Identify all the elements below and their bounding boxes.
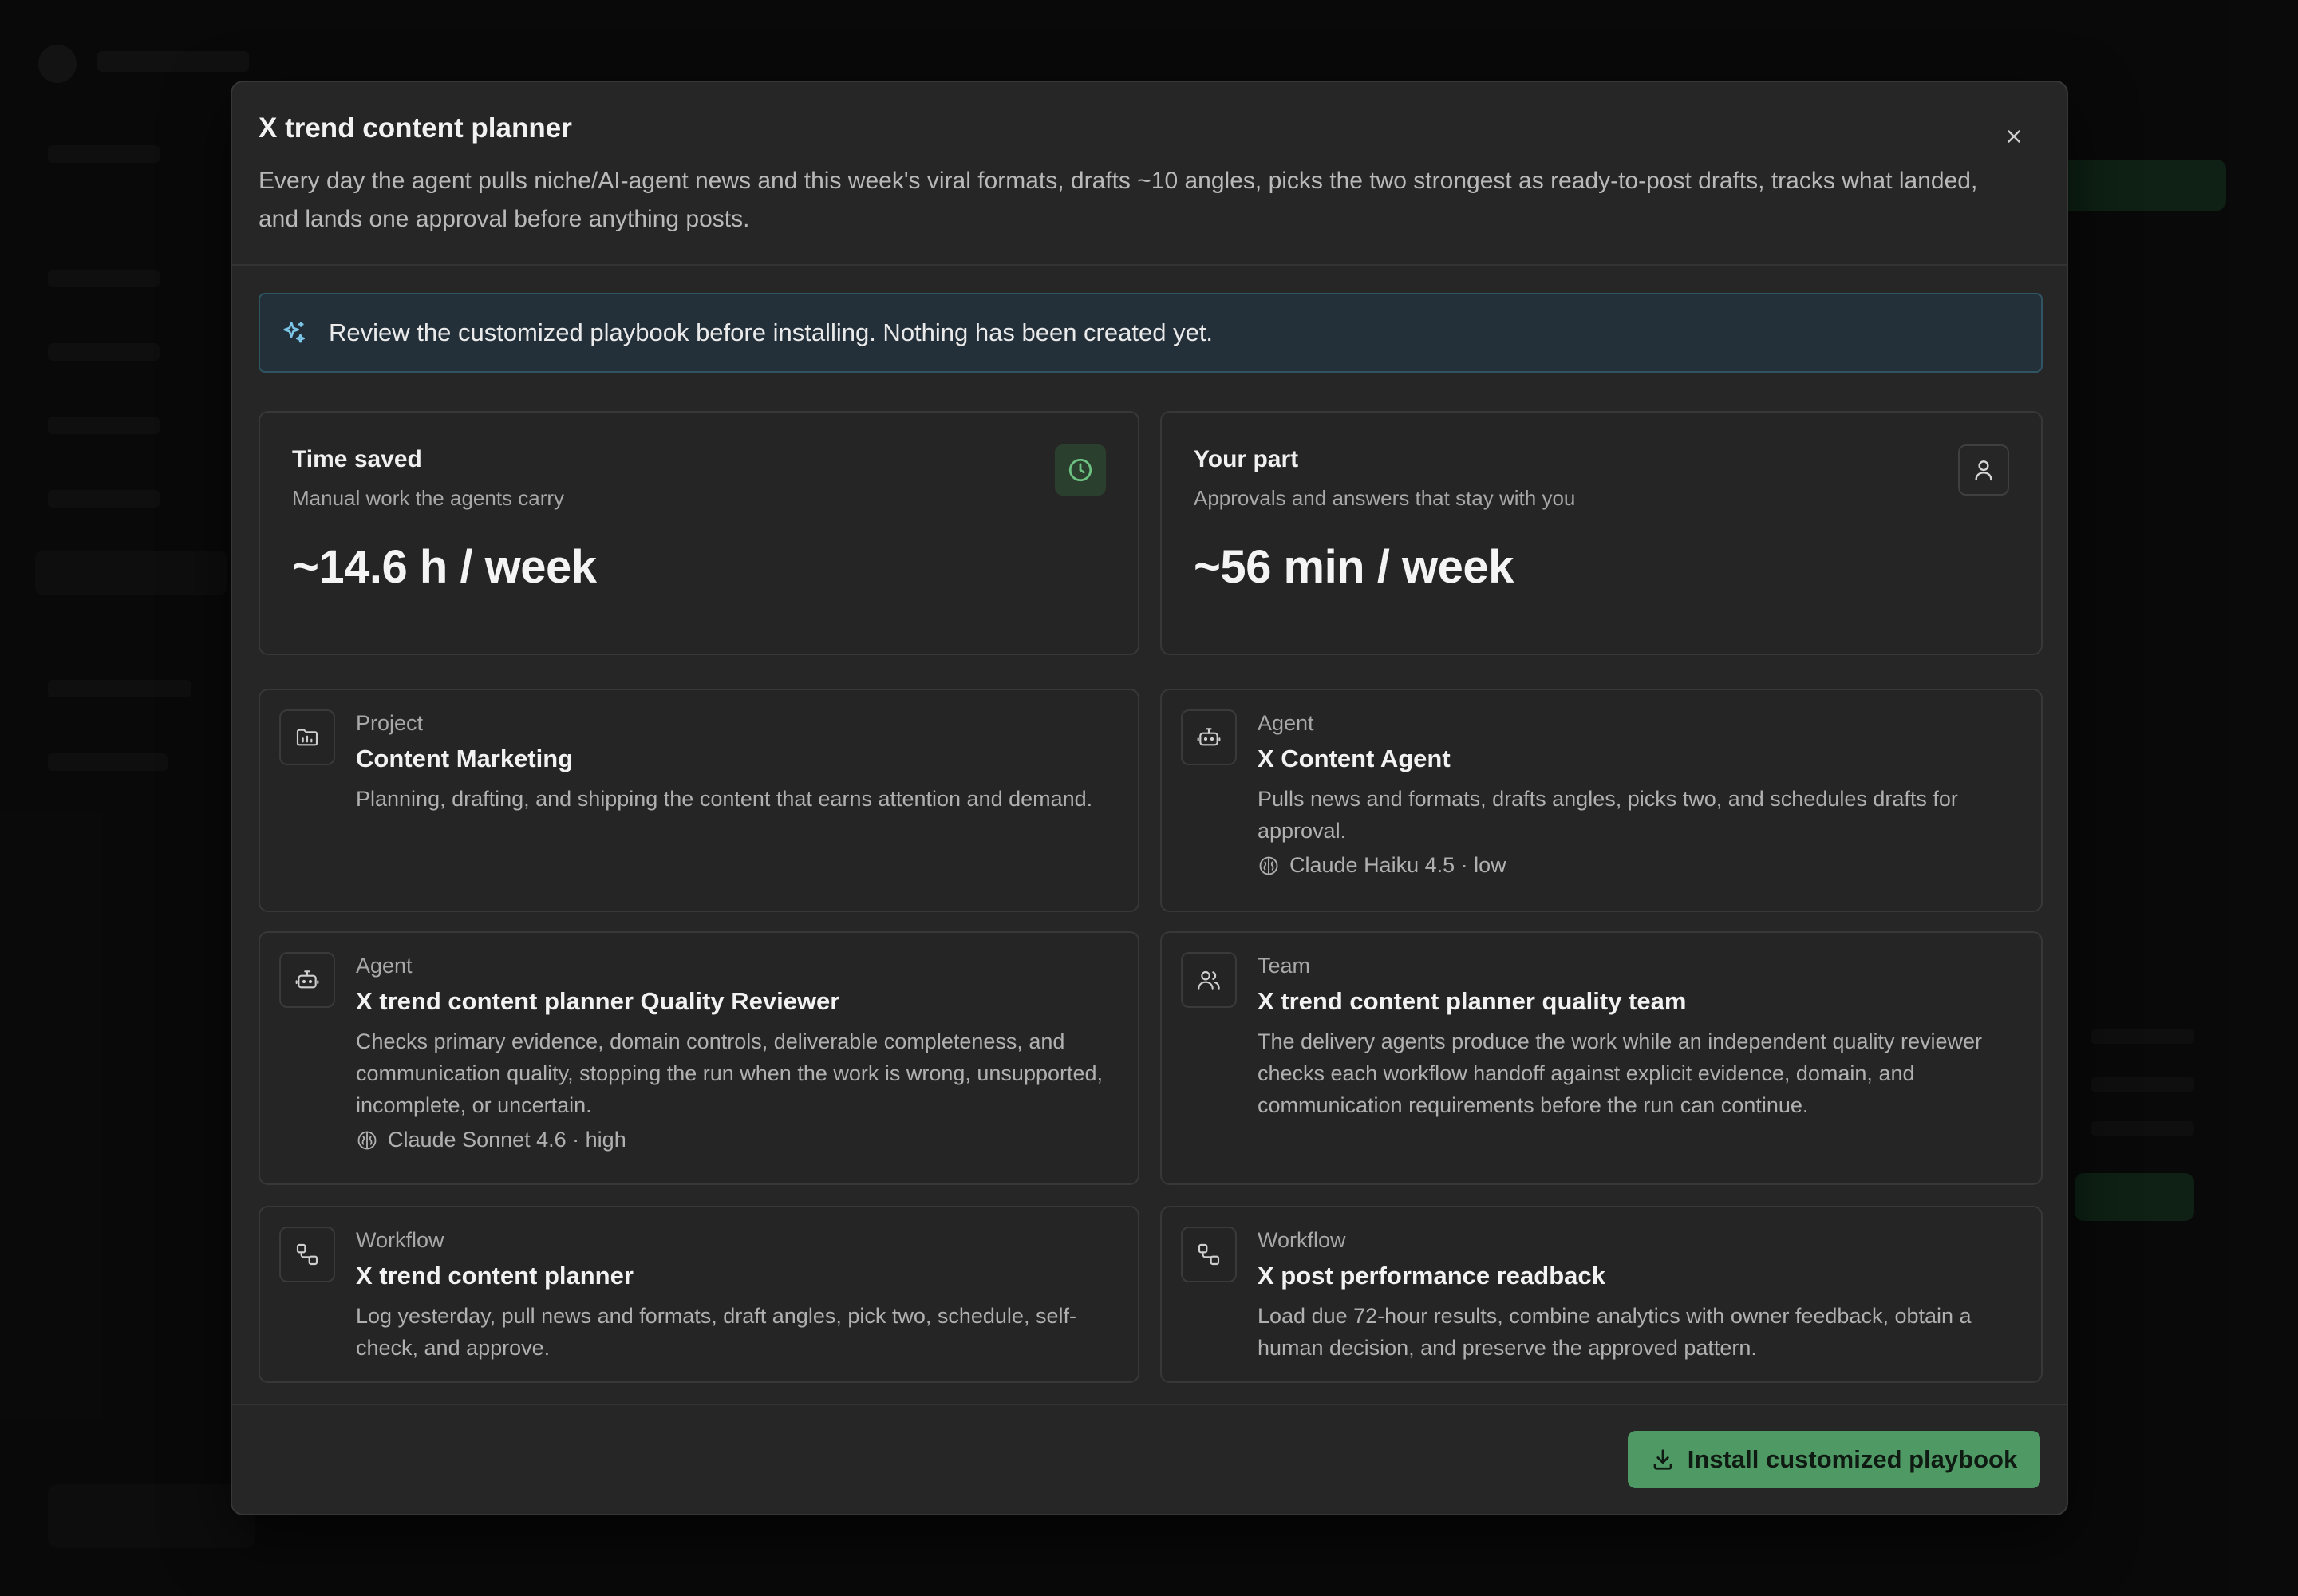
clock-icon [1068,458,1092,482]
item-title: X post performance readback [1258,1262,1605,1290]
time-saved-card: Time saved Manual work the agents carry … [259,411,1139,655]
dialog-description: Every day the agent pulls niche/AI-agent… [259,168,1978,232]
item-kind: Agent [356,954,413,978]
workflow-icon [1181,1227,1237,1282]
workflow-icon [279,1227,335,1282]
download-icon [1653,1449,1672,1470]
item-kind: Workflow [1258,1228,1346,1252]
item-kind: Agent [1258,711,1314,735]
user-icon [1975,460,1992,481]
your-part-card: Your part Approvals and answers that sta… [1160,411,2043,655]
user-badge [1958,444,2009,496]
item-description: Pulls news and formats, drafts angles, p… [1258,787,1958,843]
item-title: X trend content planner quality team [1258,987,1687,1015]
item-title: X trend content planner [356,1262,634,1290]
quality-reviewer-card: Agent X trend content planner Quality Re… [259,931,1139,1185]
item-title: Content Marketing [356,745,574,772]
folder-chart-icon [279,709,335,765]
item-description: Checks primary evidence, domain controls… [356,1029,1104,1117]
x-icon [2008,130,2020,143]
sparkles-icon [278,317,310,349]
brain-icon [357,1131,377,1149]
stat-title: Your part [1194,446,1299,472]
stat-subtitle: Manual work the agents carry [292,486,565,510]
model-text: Claude Sonnet 4.6 · high [388,1128,626,1152]
project-card: Project Content Marketing Planning, draf… [259,689,1139,912]
bot-icon [1181,709,1237,765]
stat-value: ~56 min / week [1194,541,1514,593]
item-title: X trend content planner Quality Reviewer [356,987,840,1015]
item-kind: Team [1258,954,1311,978]
install-playbook-button[interactable]: Install customized playbook [1628,1431,2040,1488]
model-text: Claude Haiku 4.5 · low [1289,853,1506,877]
dialog-body[interactable]: Review the customized playbook before in… [232,267,2067,1487]
notice-text: Review the customized playbook before in… [329,318,1214,346]
team-card: Team X trend content planner quality tea… [1160,931,2043,1185]
dialog-title: X trend content planner [259,113,572,144]
model-label: Claude Sonnet 4.6 · high [356,1128,626,1152]
workflow-card: Workflow X trend content planner Log yes… [259,1206,1139,1383]
model-label: Claude Haiku 4.5 · low [1258,853,1506,878]
review-notice: Review the customized playbook before in… [259,293,2043,373]
item-description: Log yesterday, pull news and formats, dr… [356,1304,1076,1360]
install-button-label: Install customized playbook [1687,1445,2018,1473]
item-description: Load due 72-hour results, combine analyt… [1258,1304,1972,1360]
agent-card: Agent X Content Agent Pulls news and for… [1160,689,2043,912]
stat-subtitle: Approvals and answers that stay with you [1194,486,1576,510]
stat-title: Time saved [292,446,422,472]
bot-icon [279,952,335,1008]
item-kind: Workflow [356,1228,444,1252]
stat-value: ~14.6 h / week [292,541,597,593]
brain-icon [1259,856,1278,875]
item-description: Planning, drafting, and shipping the con… [356,787,1093,811]
playbook-dialog: X trend content planner Every day the ag… [231,81,2068,1515]
clock-badge [1055,444,1106,496]
dialog-footer: Install customized playbook [232,1404,2067,1514]
dialog-header: X trend content planner Every day the ag… [232,82,2067,266]
close-button[interactable] [1995,117,2033,156]
item-kind: Project [356,711,424,735]
item-description: The delivery agents produce the work whi… [1258,1029,1983,1117]
users-icon [1181,952,1237,1008]
workflow-card: Workflow X post performance readback Loa… [1160,1206,2043,1383]
item-title: X Content Agent [1258,745,1451,772]
